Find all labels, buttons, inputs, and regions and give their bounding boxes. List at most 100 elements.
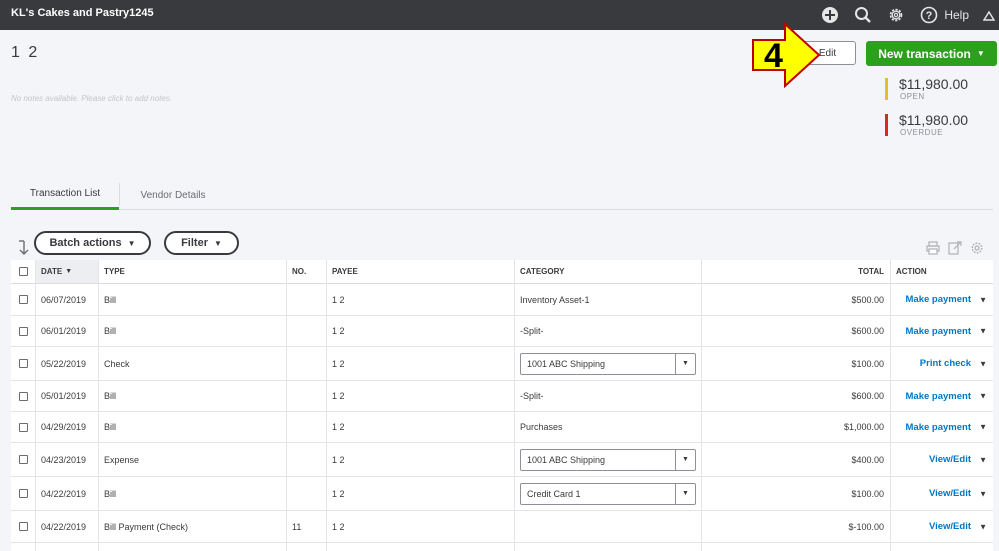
row-checkbox[interactable] xyxy=(18,326,28,336)
svg-text:?: ? xyxy=(926,10,933,22)
tab-vendor-details[interactable]: Vendor Details xyxy=(119,180,227,210)
row-type: Bill xyxy=(104,326,117,336)
plus-circle-icon[interactable] xyxy=(819,4,841,26)
row-number xyxy=(286,284,326,315)
category-select[interactable]: Credit Card 1 ▼ xyxy=(520,482,696,505)
row-type: Bill xyxy=(104,391,117,401)
caret-down-icon: ▼ xyxy=(976,49,985,58)
action-caret-icon[interactable]: ▼ xyxy=(979,327,987,336)
row-checkbox[interactable] xyxy=(18,422,28,432)
row-checkbox[interactable] xyxy=(18,295,28,304)
row-checkbox-cell xyxy=(11,316,35,346)
caret-up-icon[interactable] xyxy=(982,9,996,21)
row-date: 04/22/2019 xyxy=(41,521,87,532)
gear-icon[interactable] xyxy=(885,4,907,26)
search-icon[interactable] xyxy=(852,4,874,26)
row-type: Bill xyxy=(104,422,117,432)
action-caret-icon[interactable]: ▼ xyxy=(979,423,987,432)
row-action-link[interactable]: View/Edit xyxy=(929,521,971,532)
help-label[interactable]: Help xyxy=(944,8,969,22)
row-number xyxy=(286,477,326,510)
batch-actions-button[interactable]: Batch actions ▼ xyxy=(34,231,151,255)
row-checkbox[interactable] xyxy=(18,391,28,401)
batch-actions-label: Batch actions xyxy=(49,237,122,249)
overdue-amount: $11,980.00 xyxy=(899,112,969,128)
row-action: View/Edit ▼ xyxy=(890,443,993,476)
row-checkbox-cell xyxy=(11,443,35,476)
row-number xyxy=(286,316,326,346)
tab-transaction-list[interactable]: Transaction List xyxy=(11,180,119,210)
new-transaction-button[interactable]: New transaction ▼ xyxy=(866,41,997,66)
col-type[interactable]: TYPE xyxy=(98,260,286,283)
row-checkbox[interactable] xyxy=(18,359,28,368)
sort-arrow-icon[interactable] xyxy=(18,240,30,256)
print-icon[interactable] xyxy=(926,241,940,255)
table-header: DATE ▼ TYPE NO. PAYEE CATEGORY TOTAL ACTI… xyxy=(11,260,993,284)
overdue-bar xyxy=(885,114,888,136)
row-total: $-100.00 xyxy=(848,521,884,532)
filter-button[interactable]: Filter ▼ xyxy=(164,231,239,255)
row-action: Make payment ▼ xyxy=(890,412,993,442)
row-checkbox[interactable] xyxy=(18,455,28,464)
company-name: KL's Cakes and Pastry1245 xyxy=(11,7,154,19)
export-icon[interactable] xyxy=(948,241,962,255)
row-date: 06/01/2019 xyxy=(41,326,87,336)
table-row: 04/22/2019 Bill Payment (Check) 11 1 2 $-100… xyxy=(11,511,993,543)
dropdown-caret-icon[interactable]: ▼ xyxy=(675,449,695,470)
category-select[interactable]: 1001 ABC Shipping ▼ xyxy=(520,448,696,471)
row-action-link[interactable]: View/Edit xyxy=(929,454,971,465)
column-divider xyxy=(98,260,99,551)
category-select-value: 1001 ABC Shipping xyxy=(527,358,606,369)
col-category[interactable]: CATEGORY xyxy=(514,260,701,283)
category-text: Inventory Asset-1 xyxy=(520,294,590,305)
row-type: Expense xyxy=(104,454,140,465)
row-number xyxy=(286,347,326,380)
row-action-link[interactable]: Make payment xyxy=(906,294,971,305)
row-type: Bill xyxy=(104,488,117,499)
category-text: -Split- xyxy=(520,391,544,401)
action-caret-icon[interactable]: ▼ xyxy=(979,522,987,531)
help-icon[interactable]: ? xyxy=(918,4,940,26)
row-action-link[interactable]: Make payment xyxy=(906,422,971,433)
row-action: View/Edit ▼ xyxy=(890,511,993,542)
row-payee: 1 2 xyxy=(332,358,345,369)
action-caret-icon[interactable]: ▼ xyxy=(979,295,987,304)
row-total: $100.00 xyxy=(851,358,884,369)
row-checkbox-cell xyxy=(11,284,35,315)
table-row: 06/01/2019 Bill 1 2 -Split- $600.00 Make paym… xyxy=(11,316,993,347)
row-action-link[interactable]: View/Edit xyxy=(929,488,971,499)
action-caret-icon[interactable]: ▼ xyxy=(979,455,987,464)
row-checkbox-cell xyxy=(11,347,35,380)
select-all-checkbox-cell xyxy=(11,260,35,283)
table-row: 04/22/2019 Bill 1 2 Credit Card 1 ▼ $100.00 Vi… xyxy=(11,477,993,511)
action-caret-icon[interactable]: ▼ xyxy=(979,489,987,498)
row-total: $100.00 xyxy=(851,488,884,499)
dropdown-caret-icon[interactable]: ▼ xyxy=(675,483,695,504)
action-caret-icon[interactable]: ▼ xyxy=(979,392,987,401)
row-category: 1001 ABC Shipping ▼ xyxy=(514,347,701,380)
table-row: 04/29/2019 Bill 1 2 Purchases $1,000.00 Make … xyxy=(11,412,993,443)
row-payee: 1 2 xyxy=(332,521,345,532)
col-no[interactable]: NO. xyxy=(286,260,326,283)
row-action-link[interactable]: Print check xyxy=(920,358,971,369)
row-action-link[interactable]: Make payment xyxy=(906,326,971,337)
col-payee[interactable]: PAYEE xyxy=(326,260,514,283)
dropdown-caret-icon[interactable]: ▼ xyxy=(675,353,695,374)
select-all-checkbox[interactable] xyxy=(18,267,28,276)
row-checkbox[interactable] xyxy=(18,489,28,498)
row-action-link[interactable]: Make payment xyxy=(906,391,971,402)
row-date: 06/07/2019 xyxy=(41,294,87,305)
action-caret-icon[interactable]: ▼ xyxy=(979,359,987,368)
category-select[interactable]: 1001 ABC Shipping ▼ xyxy=(520,352,696,375)
row-checkbox[interactable] xyxy=(18,522,28,531)
overdue-label: OVERDUE xyxy=(900,128,944,137)
open-label: OPEN xyxy=(900,92,925,101)
row-total: $500.00 xyxy=(851,294,884,305)
vendor-notes[interactable]: No notes available. Please click to add … xyxy=(11,94,172,103)
col-total[interactable]: TOTAL xyxy=(701,260,890,283)
col-date[interactable]: DATE ▼ xyxy=(35,260,98,283)
category-select-value: 1001 ABC Shipping xyxy=(527,454,606,465)
settings-gear-icon[interactable] xyxy=(970,241,984,255)
row-payee: 1 2 xyxy=(332,454,345,465)
category-text: Purchases xyxy=(520,422,563,432)
